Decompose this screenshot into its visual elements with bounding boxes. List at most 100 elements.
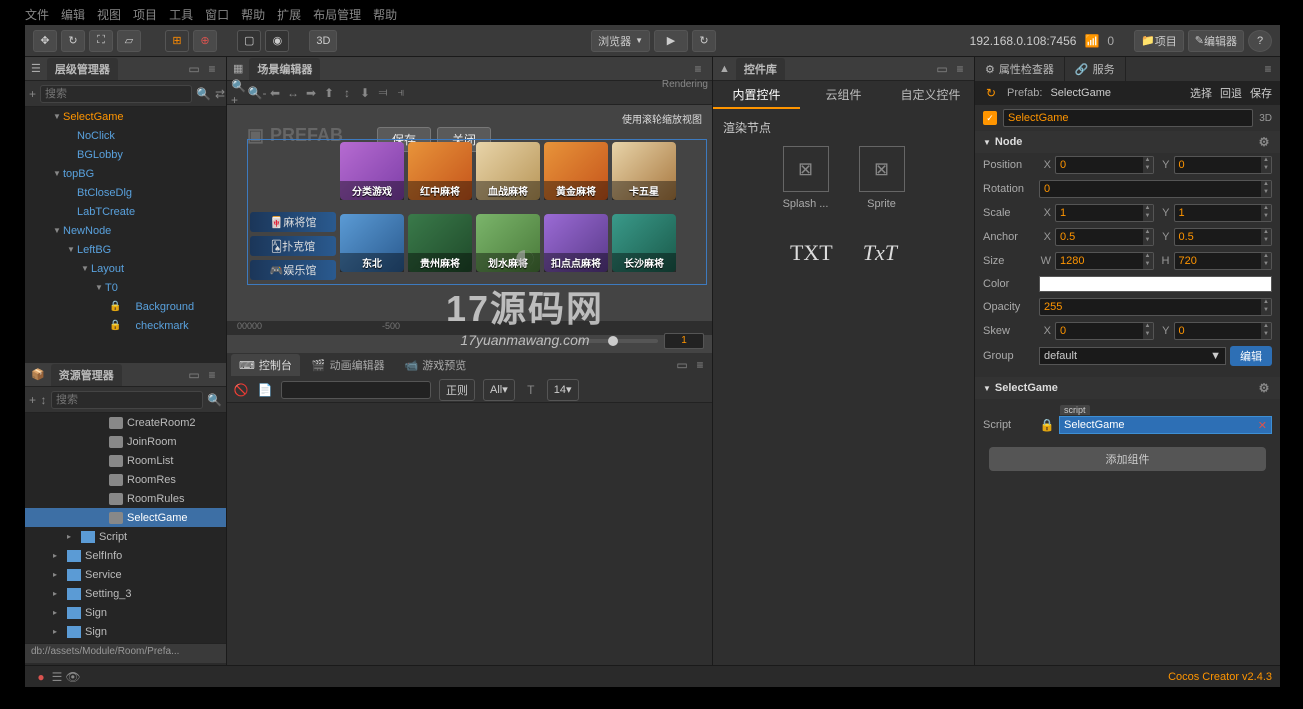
asset-item[interactable]: SelectGame: [25, 508, 226, 527]
reload-button[interactable]: ↻: [692, 30, 716, 52]
active-checkbox[interactable]: ✓: [983, 111, 997, 125]
game-tile[interactable]: 卡五星: [612, 142, 676, 200]
asset-item[interactable]: ▸Sign: [25, 603, 226, 622]
help-button[interactable]: ?: [1248, 30, 1272, 52]
inspector-tab[interactable]: ⚙ 属性检查器: [975, 57, 1065, 81]
prefab-revert[interactable]: 回退: [1220, 85, 1242, 101]
font-size-select[interactable]: 14 ▾: [547, 379, 579, 401]
scale-x-input[interactable]: 1▲▼: [1055, 204, 1154, 222]
preview-tab[interactable]: 📹 游戏预览: [397, 354, 475, 376]
asset-item[interactable]: ▸Script: [25, 527, 226, 546]
error-icon[interactable]: ●: [33, 669, 49, 685]
3d-dropdown[interactable]: 3D: [1259, 113, 1272, 124]
play-button[interactable]: ▶: [654, 30, 688, 52]
hierarchy-item[interactable]: BtCloseDlg: [25, 183, 226, 202]
align-left-icon[interactable]: ⬅: [267, 85, 283, 101]
game-tile[interactable]: 贵州麻将: [408, 214, 472, 272]
skew-x-input[interactable]: 0▲▼: [1055, 322, 1154, 340]
game-tile[interactable]: 分类游戏: [340, 142, 404, 200]
custom-tab[interactable]: 自定义控件: [887, 81, 974, 109]
node-name-input[interactable]: [1003, 109, 1253, 127]
global-tool[interactable]: ◉: [265, 30, 289, 52]
sort-button[interactable]: ↕: [40, 392, 47, 408]
search-icon[interactable]: 🔍: [207, 392, 222, 408]
size-h-input[interactable]: 720▲▼: [1174, 252, 1273, 270]
widget-splash[interactable]: ⊠Splash ...: [783, 146, 829, 210]
cloud-tab[interactable]: 云组件: [800, 81, 887, 109]
hierarchy-item[interactable]: ▼LeftBG: [25, 240, 226, 259]
asset-item[interactable]: CreateRoom2: [25, 413, 226, 432]
pos-x-input[interactable]: 0▲▼: [1055, 156, 1154, 174]
zoom-slider[interactable]: 1: [578, 333, 704, 349]
widget-sprite[interactable]: ⊠Sprite: [859, 146, 905, 210]
menu-icon[interactable]: ≡: [952, 61, 968, 77]
services-tab[interactable]: 🔗 服务: [1065, 57, 1126, 81]
game-tile[interactable]: 红中麻将: [408, 142, 472, 200]
hierarchy-item[interactable]: ▼T0: [25, 278, 226, 297]
log-icon[interactable]: ☰: [49, 669, 65, 685]
widget-txt[interactable]: TXT: [790, 240, 833, 266]
group-edit-button[interactable]: 编辑: [1230, 346, 1272, 366]
regex-toggle[interactable]: 正则: [439, 379, 475, 401]
hierarchy-item[interactable]: LabTCreate: [25, 202, 226, 221]
category-item[interactable]: 🎮娱乐馆: [250, 260, 336, 280]
asset-item[interactable]: RoomList: [25, 451, 226, 470]
animation-tab[interactable]: 🎬 动画编辑器: [304, 354, 393, 376]
game-tile[interactable]: 东北: [340, 214, 404, 272]
dock-icon[interactable]: ▭: [674, 357, 690, 373]
asset-item[interactable]: ▸Setting_3: [25, 584, 226, 603]
hierarchy-item[interactable]: 🔒Background: [25, 297, 226, 316]
console-filter-input[interactable]: [281, 381, 431, 399]
add-node-button[interactable]: +: [29, 86, 36, 102]
gear-icon[interactable]: ⚙: [1256, 134, 1272, 150]
node-section[interactable]: ▼Node⚙: [975, 131, 1280, 153]
color-input[interactable]: [1039, 276, 1272, 292]
hierarchy-item[interactable]: 🔒checkmark: [25, 316, 226, 335]
add-asset-button[interactable]: +: [29, 392, 36, 408]
preview-target[interactable]: 浏览器 ▼: [591, 30, 650, 52]
category-item[interactable]: 🀄麻将馆: [250, 212, 336, 232]
dist-v-icon[interactable]: ⫣: [393, 85, 409, 101]
pos-y-input[interactable]: 0▲▼: [1174, 156, 1273, 174]
eye-icon[interactable]: 👁: [65, 669, 81, 685]
level-filter[interactable]: All ▾: [483, 379, 515, 401]
anchor-tool[interactable]: ⊞: [165, 30, 189, 52]
clear-console-icon[interactable]: 🚫: [233, 382, 249, 398]
menu-icon[interactable]: ≡: [692, 357, 708, 373]
game-tile[interactable]: 黄金麻将: [544, 142, 608, 200]
scale-y-input[interactable]: 1▲▼: [1174, 204, 1273, 222]
editor-button[interactable]: ✎ 编辑器: [1188, 30, 1244, 52]
rotation-input[interactable]: 0▲▼: [1039, 180, 1272, 198]
search-icon[interactable]: 🔍: [196, 86, 211, 102]
refresh-tool[interactable]: ↻: [61, 30, 85, 52]
anchor-y-input[interactable]: 0.5▲▼: [1174, 228, 1273, 246]
asset-item[interactable]: ▸Sign: [25, 622, 226, 641]
category-item[interactable]: 🂡扑克馆: [250, 236, 336, 256]
hierarchy-item[interactable]: NoClick: [25, 126, 226, 145]
opacity-input[interactable]: 255▲▼: [1039, 298, 1272, 316]
align-center-v-icon[interactable]: ↕: [339, 85, 355, 101]
zoom-in-icon[interactable]: 🔍+: [231, 85, 247, 101]
prefab-select[interactable]: 选择: [1190, 85, 1212, 101]
pivot-tool[interactable]: ⊕: [193, 30, 217, 52]
prefab-save[interactable]: 保存: [1250, 85, 1272, 101]
gear-icon[interactable]: ⚙: [1256, 380, 1272, 396]
menu-icon[interactable]: ≡: [204, 367, 220, 383]
hierarchy-item[interactable]: BGLobby: [25, 145, 226, 164]
widget-txt-italic[interactable]: TxT: [863, 240, 897, 266]
align-top-icon[interactable]: ⬆: [321, 85, 337, 101]
menu-icon[interactable]: ≡: [690, 61, 706, 77]
asset-item[interactable]: ▸SelfInfo: [25, 546, 226, 565]
hierarchy-item[interactable]: ▼NewNode: [25, 221, 226, 240]
scale-tool[interactable]: ⛶: [89, 30, 113, 52]
menu-icon[interactable]: ≡: [1260, 61, 1276, 77]
add-component-button[interactable]: 添加组件: [989, 447, 1266, 471]
scene-viewport[interactable]: ▣ PREFAB 使用滚轮缩放视图 保存 关闭 🀄麻将馆 🂡扑克馆 🎮娱乐馆 分…: [227, 105, 712, 353]
menu-icon[interactable]: ≡: [204, 61, 220, 77]
asset-item[interactable]: JoinRoom: [25, 432, 226, 451]
console-tab[interactable]: ⌨ 控制台: [231, 354, 300, 376]
size-w-input[interactable]: 1280▲▼: [1055, 252, 1154, 270]
skew-y-input[interactable]: 0▲▼: [1174, 322, 1273, 340]
anchor-x-input[interactable]: 0.5▲▼: [1055, 228, 1154, 246]
rect-select[interactable]: ▢: [237, 30, 261, 52]
